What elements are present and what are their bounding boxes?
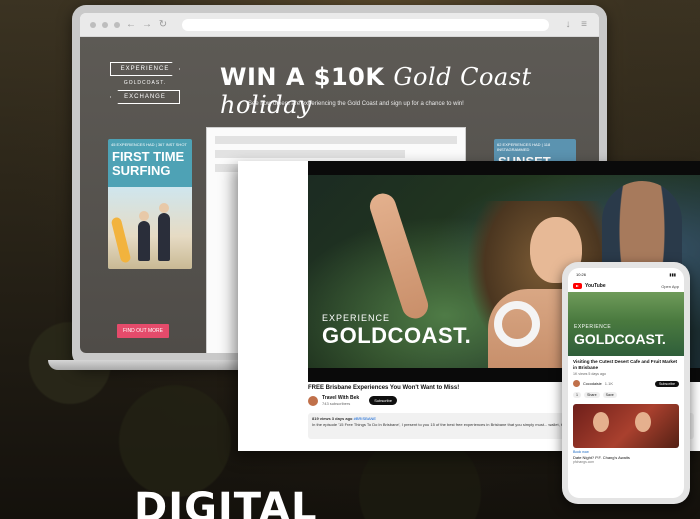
card-headline: FIRST TIME SURFING	[112, 149, 185, 178]
logo-line: EXPERIENCE	[110, 62, 180, 76]
channel-row: Travel With Bek 743 subscribers Subscrib…	[308, 395, 397, 406]
exchange-logo[interactable]: EXPERIENCE GOLDCOAST. EXCHANGE	[110, 62, 180, 110]
open-app-button[interactable]: Open App	[661, 284, 679, 289]
overlay-small: EXPERIENCE	[322, 313, 391, 323]
share-button[interactable]: Share	[584, 392, 600, 398]
title-bold: WIN A $10K	[220, 63, 385, 91]
window-dot-icon[interactable]	[90, 21, 96, 28]
child-figure	[158, 203, 170, 261]
avatar[interactable]	[573, 380, 580, 387]
video-overlay-logo: EXPERIENCE GOLDCOAST.	[322, 313, 471, 349]
address-bar[interactable]	[182, 18, 549, 31]
avatar[interactable]	[308, 395, 318, 406]
card-tag: 62 EXPERIENCES HAD | 118 INSTAGRAMMED	[497, 142, 551, 152]
mobile-channel-row: Cocodaisie 1.1K Subscribe	[568, 377, 684, 390]
logo-line: GOLDCOAST.	[123, 80, 167, 86]
raised-arm-shape	[366, 190, 432, 322]
youtube-logo-icon[interactable]	[573, 283, 582, 289]
surfboard-shape	[110, 216, 132, 264]
forward-icon[interactable]: →	[142, 19, 152, 30]
mobile-action-row: 1 Share Save	[568, 390, 684, 400]
status-time: 10:26	[576, 271, 587, 277]
mobile-video-title[interactable]: Visiting the Cutest Desert Cafe and Frui…	[568, 356, 684, 371]
reload-icon[interactable]: ↻	[158, 19, 168, 30]
ad-url: pfchangs.com	[573, 460, 595, 464]
overlay-big: GOLDCOAST.	[322, 323, 472, 348]
save-button[interactable]: Save	[602, 392, 617, 398]
view-count: 819 views 3 days ago	[312, 416, 353, 421]
letterbox-top	[308, 161, 700, 175]
face-shape	[635, 412, 651, 432]
hashtag[interactable]: #BRISBANE	[354, 416, 376, 421]
channel-name[interactable]: Cocodaisie	[583, 382, 602, 386]
experience-card-surfing[interactable]: 45 EXPERIENCES HAD | 367 INST SHOT FIRST…	[108, 139, 192, 269]
back-icon[interactable]: ←	[126, 19, 136, 30]
overlay-big: GOLDCOAST.	[574, 331, 666, 347]
site-title: WIN A $10K Gold Coast holiday	[220, 63, 599, 119]
download-icon[interactable]: ↓	[563, 19, 573, 30]
subscribe-button[interactable]: Subscribe	[369, 396, 397, 405]
status-bar: 10:26 ▮▮▮	[568, 268, 684, 280]
child-figure	[138, 211, 150, 261]
logo-line: EXCHANGE	[110, 90, 180, 104]
mobile-youtube-bar: YouTube Open App	[568, 280, 684, 292]
channel-subscribers: 743 subscribers	[322, 401, 351, 406]
subscribe-button[interactable]: Subscribe	[655, 380, 679, 387]
window-dot-icon[interactable]	[114, 21, 120, 28]
overlay-small: EXPERIENCE	[574, 324, 612, 330]
headphones-icon	[494, 301, 540, 347]
section-heading: DIGITAL	[134, 485, 318, 519]
browser-toolbar: ← → ↻ ↓ ≡	[80, 13, 599, 37]
video-title[interactable]: FREE Brisbane Experiences You Won't Want…	[308, 385, 459, 391]
mobile-video-player[interactable]: EXPERIENCE GOLDCOAST.	[568, 292, 684, 356]
face-shape	[593, 412, 609, 432]
menu-icon[interactable]: ≡	[579, 19, 589, 30]
window-dot-icon[interactable]	[102, 21, 108, 28]
channel-subscribers: 1.1K	[604, 381, 614, 386]
surf-photo	[108, 187, 192, 269]
signal-icon: ▮▮▮	[669, 271, 676, 277]
like-button[interactable]: 1	[573, 392, 581, 398]
phone-screen: 10:26 ▮▮▮ YouTube Open App EXPERIENCE GO…	[568, 268, 684, 498]
find-out-more-button[interactable]: FIND OUT MORE	[117, 324, 169, 338]
ad-image[interactable]	[573, 404, 679, 448]
card-tag: 45 EXPERIENCES HAD | 367 INST SHOT	[111, 142, 187, 147]
site-subtitle: See how others are experiencing the Gold…	[248, 101, 464, 107]
phone-mockup: 10:26 ▮▮▮ YouTube Open App EXPERIENCE GO…	[562, 262, 690, 504]
app-name: YouTube	[585, 283, 606, 289]
